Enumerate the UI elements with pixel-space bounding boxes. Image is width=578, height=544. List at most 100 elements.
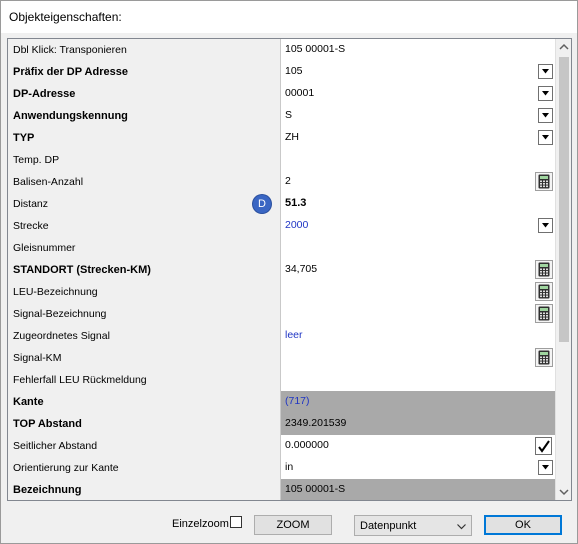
- object-type-select[interactable]: Datenpunkt: [354, 515, 472, 536]
- title-bar: Objekteigenschaften:: [1, 1, 577, 33]
- chevron-down-icon[interactable]: [538, 218, 553, 233]
- property-label-cell: Kante: [8, 391, 281, 413]
- property-label: Fehlerfall LEU Rückmeldung: [13, 374, 147, 386]
- property-label-cell: DP-Adresse: [8, 83, 281, 105]
- property-value-cell[interactable]: ZH: [281, 127, 555, 149]
- property-value-cell[interactable]: in: [281, 457, 555, 479]
- properties-dialog: Objekteigenschaften: Dbl Klick: Transpon…: [0, 0, 578, 544]
- property-label-cell: Fehlerfall LEU Rückmeldung: [8, 369, 281, 391]
- property-label-cell: Bezeichnung: [8, 479, 281, 500]
- property-row[interactable]: Balisen-Anzahl 2: [8, 171, 555, 194]
- calculator-icon[interactable]: [535, 304, 553, 323]
- property-row[interactable]: TOP Abstand 2349.201539: [8, 413, 555, 436]
- property-label: Kante: [13, 396, 44, 408]
- property-value-cell: (717): [281, 391, 555, 413]
- property-value: 00001: [285, 87, 315, 99]
- property-row[interactable]: Temp. DP: [8, 149, 555, 172]
- property-value-cell[interactable]: [281, 281, 555, 303]
- property-label: Zugeordnetes Signal: [13, 330, 110, 342]
- vertical-scrollbar[interactable]: [555, 39, 571, 500]
- property-value-cell[interactable]: [281, 369, 555, 391]
- marker-badge: D: [253, 195, 271, 213]
- calculator-icon[interactable]: [535, 282, 553, 301]
- property-label: Bezeichnung: [13, 484, 82, 496]
- property-value-cell[interactable]: [281, 303, 555, 325]
- property-label: Anwendungskennung: [13, 110, 128, 122]
- property-value: ZH: [285, 131, 299, 143]
- property-row[interactable]: Strecke 2000: [8, 215, 555, 238]
- scroll-down-icon[interactable]: [556, 484, 571, 500]
- ok-button[interactable]: OK: [484, 515, 562, 535]
- property-value: 105: [285, 65, 303, 77]
- property-row[interactable]: Anwendungskennung S: [8, 105, 555, 128]
- property-row[interactable]: Signal-KM: [8, 347, 555, 370]
- property-label-cell: Signal-KM: [8, 347, 281, 369]
- property-value-cell[interactable]: 105: [281, 61, 555, 83]
- property-value-cell[interactable]: 105 00001-S: [281, 39, 555, 61]
- property-label: Balisen-Anzahl: [13, 176, 84, 188]
- dialog-title: Objekteigenschaften:: [9, 10, 122, 24]
- property-row[interactable]: Zugeordnetes Signal leer: [8, 325, 555, 348]
- property-value-cell[interactable]: leer: [281, 325, 555, 347]
- property-label-cell: Distanz: [8, 193, 281, 215]
- property-value-cell[interactable]: 51.3: [281, 193, 555, 215]
- property-row[interactable]: Signal-Bezeichnung: [8, 303, 555, 326]
- scrollbar-thumb[interactable]: [559, 57, 569, 342]
- property-value-cell[interactable]: S: [281, 105, 555, 127]
- chevron-down-icon[interactable]: [538, 64, 553, 79]
- property-label-cell: Strecke: [8, 215, 281, 237]
- chevron-down-icon[interactable]: [538, 130, 553, 145]
- property-value-cell[interactable]: [281, 347, 555, 369]
- property-value-cell[interactable]: [281, 149, 555, 171]
- property-value: 2000: [285, 219, 309, 231]
- property-row[interactable]: Dbl Klick: Transponieren 105 00001-S: [8, 39, 555, 62]
- property-value-cell[interactable]: 2000: [281, 215, 555, 237]
- property-label: STANDORT (Strecken-KM): [13, 264, 151, 276]
- property-value-cell[interactable]: 00001: [281, 83, 555, 105]
- property-label-cell: Anwendungskennung: [8, 105, 281, 127]
- property-row[interactable]: Bezeichnung 105 00001-S: [8, 479, 555, 500]
- chevron-down-icon[interactable]: [538, 86, 553, 101]
- property-label: Signal-KM: [13, 352, 62, 364]
- property-value-cell[interactable]: 34,705: [281, 259, 555, 281]
- property-value: 2349.201539: [285, 417, 347, 429]
- property-label-cell: TYP: [8, 127, 281, 149]
- property-value-cell: 105 00001-S: [281, 479, 555, 500]
- einzelzoom-label: Einzelzoom: [172, 518, 229, 530]
- property-grid: Dbl Klick: Transponieren 105 00001-S Präfi…: [7, 38, 572, 501]
- chevron-down-icon[interactable]: [538, 108, 553, 123]
- property-row[interactable]: Distanz D 51.3: [8, 193, 555, 216]
- einzelzoom-checkbox[interactable]: [230, 516, 242, 528]
- property-value-cell[interactable]: 0.000000: [281, 435, 555, 457]
- property-label-cell: Dbl Klick: Transponieren: [8, 39, 281, 61]
- calculator-icon[interactable]: [535, 348, 553, 367]
- property-row[interactable]: LEU-Bezeichnung: [8, 281, 555, 304]
- calculator-icon[interactable]: [535, 172, 553, 191]
- chevron-down-icon[interactable]: [538, 460, 553, 475]
- property-value: 105 00001-S: [285, 43, 346, 55]
- property-label: DP-Adresse: [13, 88, 76, 100]
- property-label-cell: Präfix der DP Adresse: [8, 61, 281, 83]
- calculator-icon[interactable]: [535, 260, 553, 279]
- property-row[interactable]: Gleisnummer: [8, 237, 555, 260]
- property-row[interactable]: Präfix der DP Adresse 105: [8, 61, 555, 84]
- property-label-cell: Balisen-Anzahl: [8, 171, 281, 193]
- property-row[interactable]: Orientierung zur Kante in: [8, 457, 555, 480]
- property-value-cell[interactable]: [281, 237, 555, 259]
- property-label: Distanz: [13, 198, 49, 210]
- property-value-cell: 2349.201539: [281, 413, 555, 435]
- zoom-button[interactable]: ZOOM: [254, 515, 332, 535]
- property-label: Strecke: [13, 220, 49, 232]
- property-row[interactable]: Kante (717): [8, 391, 555, 414]
- property-label-cell: TOP Abstand: [8, 413, 281, 435]
- property-row[interactable]: TYP ZH: [8, 127, 555, 150]
- property-label-cell: Orientierung zur Kante: [8, 457, 281, 479]
- property-row[interactable]: STANDORT (Strecken-KM) 34,705: [8, 259, 555, 282]
- scroll-up-icon[interactable]: [556, 39, 571, 55]
- property-value: 0.000000: [285, 439, 329, 451]
- property-row[interactable]: Fehlerfall LEU Rückmeldung: [8, 369, 555, 392]
- property-row[interactable]: Seitlicher Abstand 0.000000: [8, 435, 555, 458]
- property-row[interactable]: DP-Adresse 00001: [8, 83, 555, 106]
- checkmark-icon[interactable]: [535, 437, 552, 455]
- property-value-cell[interactable]: 2: [281, 171, 555, 193]
